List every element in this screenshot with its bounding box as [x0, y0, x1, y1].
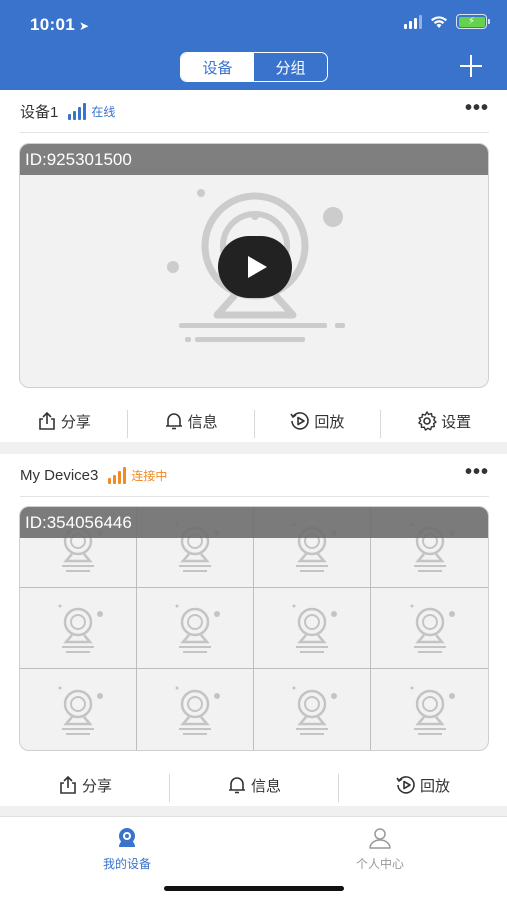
device-id-label: ID:925301500: [20, 144, 488, 175]
person-icon: [369, 828, 391, 849]
device-card: 设备1 在线 ••• ID:925301500 分享 信息 回放 设置: [0, 90, 507, 442]
device-id-label: ID:354056446: [20, 507, 488, 538]
share-label: 分享: [81, 777, 112, 795]
device-actions: 分享 信息 回放: [0, 762, 507, 808]
wifi-icon: [431, 15, 447, 28]
bell-icon: [165, 413, 182, 430]
channel-cell[interactable]: [20, 669, 137, 750]
divider: [20, 132, 489, 133]
settings-button[interactable]: 设置: [380, 410, 507, 438]
tab-my-devices[interactable]: 我的设备: [67, 825, 187, 872]
channel-cell[interactable]: [254, 588, 371, 669]
channel-cell[interactable]: [137, 669, 254, 750]
info-label: 信息: [250, 777, 281, 795]
device-name: 设备1: [20, 103, 59, 121]
channel-cell[interactable]: [20, 588, 137, 669]
camera-placeholder-icon: [292, 604, 337, 653]
bell-icon: [228, 777, 245, 794]
camera-placeholder-icon: [58, 686, 103, 735]
device-card-header: 设备1 在线 •••: [20, 90, 489, 132]
channel-cell[interactable]: [371, 669, 488, 750]
channel-cell[interactable]: [137, 588, 254, 669]
divider: [20, 496, 489, 497]
status-icons: ⚡: [404, 14, 490, 29]
share-button[interactable]: 分享: [0, 774, 169, 796]
device-status: 连接中: [131, 468, 168, 483]
settings-label: 设置: [441, 413, 472, 431]
signal-strength-icon: [108, 466, 127, 484]
more-options-icon[interactable]: •••: [465, 462, 489, 482]
share-label: 分享: [60, 413, 91, 431]
channel-cell[interactable]: [371, 588, 488, 669]
more-options-icon[interactable]: •••: [465, 98, 489, 118]
add-device-icon[interactable]: [459, 54, 483, 78]
info-label: 信息: [187, 413, 218, 431]
app-header: 10:01 ➤ ⚡ 设备 分组: [0, 0, 507, 90]
camera-placeholder-icon: [175, 604, 220, 653]
tab-profile[interactable]: 个人中心: [320, 825, 440, 872]
battery-icon: ⚡: [456, 14, 490, 29]
signal-strength-icon: [68, 102, 87, 120]
playback-label: 回放: [419, 777, 450, 795]
channel-cell[interactable]: [254, 669, 371, 750]
device-name: My Device3: [20, 466, 99, 484]
camera-placeholder-icon: [175, 686, 220, 735]
share-button[interactable]: 分享: [0, 410, 127, 432]
status-bar: 10:01 ➤ ⚡: [0, 0, 507, 46]
location-icon: ➤: [78, 19, 90, 33]
camera-placeholder-icon: [58, 604, 103, 653]
camera-placeholder-icon: [410, 686, 455, 735]
tab-label: 我的设备: [102, 857, 151, 871]
play-button[interactable]: [218, 236, 292, 298]
playback-icon: [290, 412, 310, 430]
camera-placeholder-icon: [410, 604, 455, 653]
home-indicator: [164, 886, 344, 891]
segment-devices[interactable]: 设备: [181, 53, 254, 81]
info-button[interactable]: 信息: [169, 774, 338, 802]
share-icon: [60, 775, 76, 794]
camera-preview[interactable]: ID:925301500: [19, 143, 489, 388]
tab-label: 个人中心: [355, 857, 404, 871]
cellular-signal-icon: [404, 14, 422, 29]
device-actions: 分享 信息 回放 设置: [0, 398, 507, 444]
camera-placeholder-icon: [292, 686, 337, 735]
status-time: 10:01 ➤: [30, 15, 90, 34]
playback-label: 回放: [314, 413, 345, 431]
segment-groups[interactable]: 分组: [254, 53, 327, 81]
share-icon: [39, 411, 55, 430]
device-card: My Device3 连接中 ••• ID:354056446 分享 信息 回放: [0, 454, 507, 806]
view-segmented-control: 设备 分组: [180, 52, 328, 82]
device-status: 在线: [91, 104, 116, 119]
playback-button[interactable]: 回放: [338, 774, 507, 802]
device-card-header: My Device3 连接中 •••: [20, 454, 489, 496]
multi-channel-preview[interactable]: ID:354056446: [19, 506, 489, 751]
info-button[interactable]: 信息: [126, 410, 254, 438]
camera-icon: [119, 828, 135, 847]
playback-icon: [396, 776, 415, 794]
gear-icon: [418, 411, 437, 431]
playback-button[interactable]: 回放: [253, 410, 381, 438]
